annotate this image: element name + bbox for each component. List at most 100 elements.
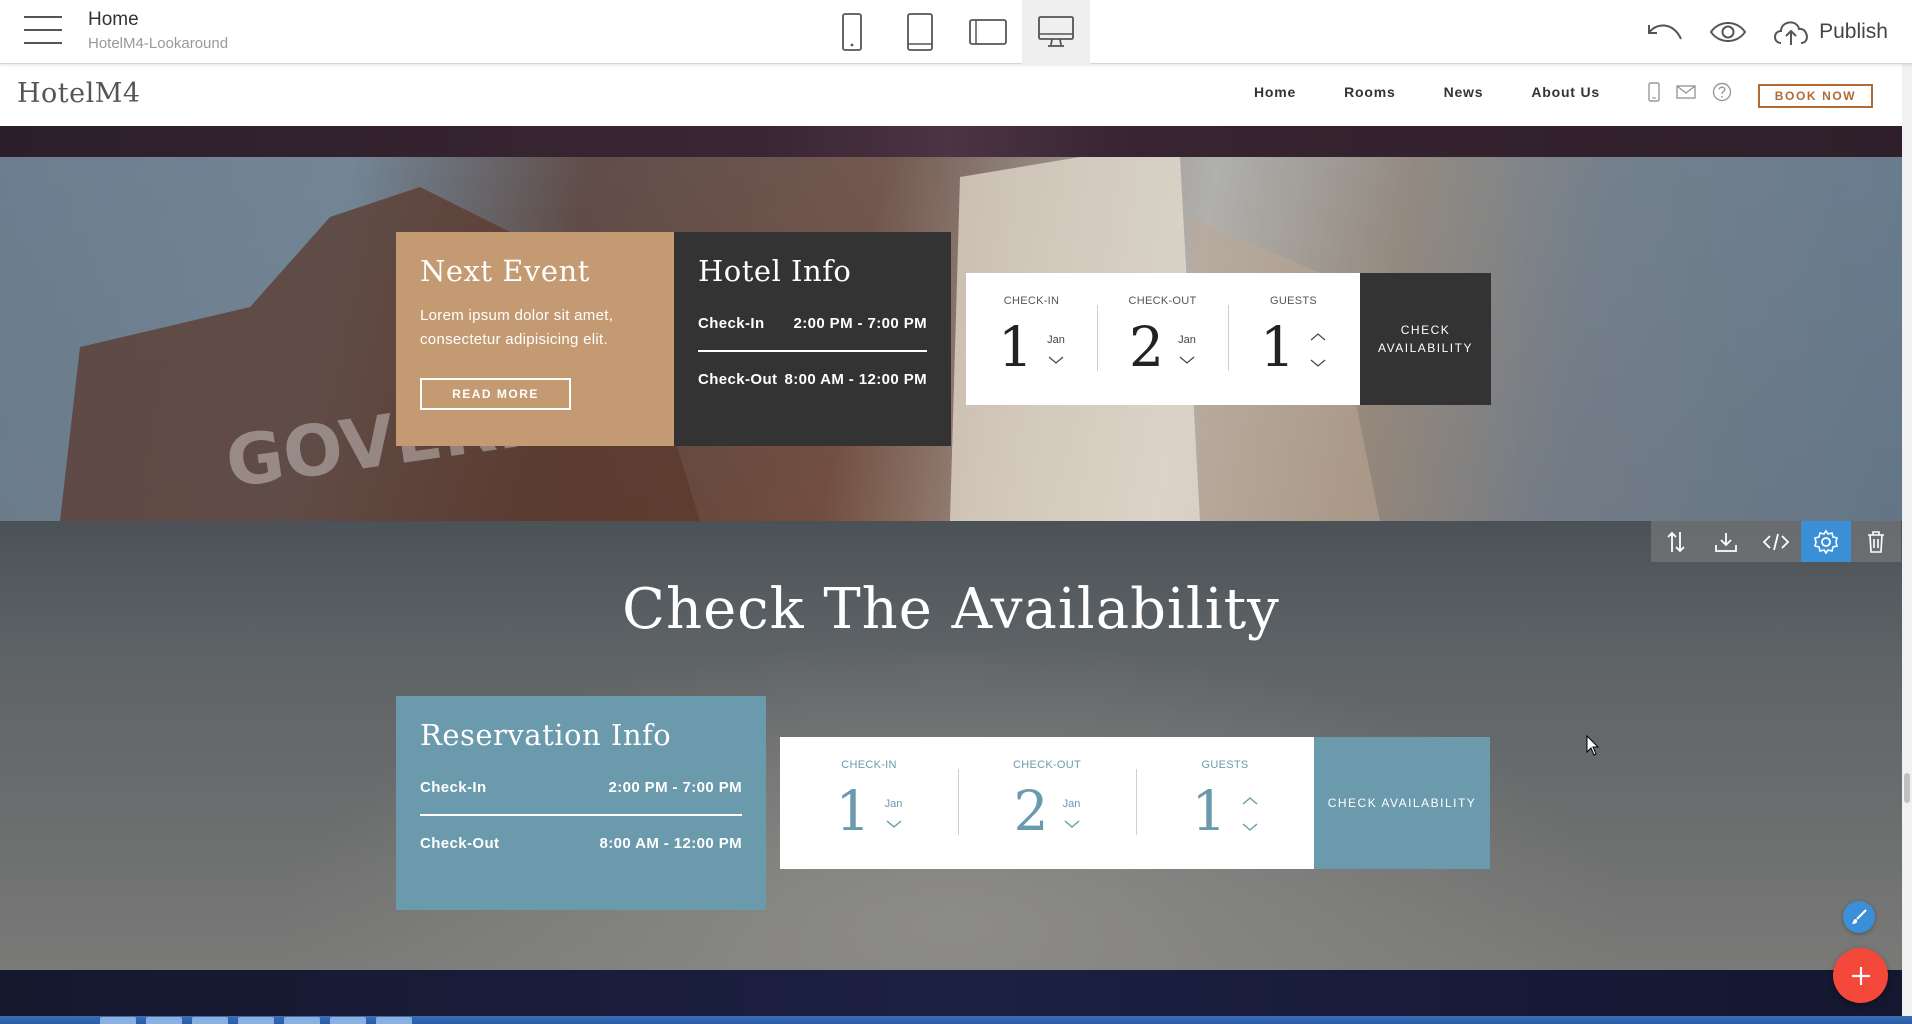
read-more-button[interactable]: READ MORE: [420, 378, 571, 410]
download-block-button[interactable]: [1701, 521, 1751, 562]
chevron-down-icon[interactable]: [1178, 354, 1196, 366]
checkout-time: 8:00 AM - 12:00 PM: [784, 371, 927, 388]
checkin-field-label: CHECK-IN: [1003, 295, 1060, 307]
checkin-time: 2:00 PM - 7:00 PM: [608, 779, 742, 796]
phone-icon: [842, 13, 862, 51]
check-availability-button[interactable]: CHECK AVAILABILITY: [1314, 737, 1490, 869]
nav-home[interactable]: Home: [1254, 84, 1296, 100]
tablet-icon: [907, 13, 933, 51]
menu-icon[interactable]: [24, 16, 62, 48]
checkout-day: 2: [1013, 779, 1049, 843]
guests-count: 1: [1191, 779, 1227, 843]
checkout-field[interactable]: CHECK-OUT 2 Jan: [1097, 273, 1228, 405]
hotel-checkin-row: Check-In 2:00 PM - 7:00 PM: [698, 315, 927, 352]
nav-rooms[interactable]: Rooms: [1344, 84, 1395, 100]
add-block-button[interactable]: [1833, 948, 1888, 1003]
chevron-down-icon[interactable]: [1309, 357, 1327, 369]
site-nav: Home Rooms News About Us: [1254, 84, 1648, 100]
tablet-view-button[interactable]: [886, 0, 954, 64]
publish-button[interactable]: Publish: [1771, 17, 1888, 47]
hotel-info-title: Hotel Info: [698, 254, 852, 288]
checkin-label: Check-In: [420, 779, 487, 796]
taskbar-item[interactable]: [376, 1017, 412, 1024]
guests-field[interactable]: GUESTS 1: [1228, 273, 1359, 405]
checkout-month: Jan: [1062, 798, 1081, 810]
envelope-icon[interactable]: [1676, 85, 1696, 99]
nav-news[interactable]: News: [1444, 84, 1484, 100]
chevron-down-icon[interactable]: [1063, 818, 1081, 830]
style-editor-button[interactable]: [1843, 901, 1875, 933]
eye-icon: [1709, 22, 1747, 42]
taskbar-item[interactable]: [284, 1017, 320, 1024]
trash-icon: [1868, 530, 1884, 553]
section-next-event[interactable]: GOVERNOR: [0, 157, 1902, 521]
chevron-down-icon[interactable]: [1241, 821, 1259, 833]
tablet-landscape-icon: [969, 19, 1007, 45]
block-toolbar: [1651, 521, 1901, 562]
checkin-month: Jan: [884, 798, 903, 810]
page-name: Home: [88, 9, 139, 30]
checkin-time: 2:00 PM - 7:00 PM: [793, 315, 927, 332]
chevron-down-icon[interactable]: [1047, 354, 1065, 366]
check-availability-button[interactable]: CHECK AVAILABILITY: [1360, 273, 1491, 405]
checkin-label: Check-In: [698, 315, 765, 332]
checkin-day: 1: [835, 779, 871, 843]
guests-field-label: GUESTS: [1269, 295, 1318, 307]
availability-heading: Check The Availability: [622, 577, 1280, 642]
section-top-strip: [0, 126, 1902, 157]
hotel-checkout-row: Check-Out 8:00 AM - 12:00 PM: [698, 371, 927, 388]
reservation-info-card: Reservation Info Check-In 2:00 PM - 7:00…: [396, 696, 766, 910]
nav-about-us[interactable]: About Us: [1531, 84, 1600, 100]
device-switcher: [818, 0, 1090, 64]
checkout-field[interactable]: CHECK-OUT 2 Jan: [958, 737, 1136, 869]
editor-actions: Publish: [1645, 0, 1888, 64]
guests-field[interactable]: GUESTS 1: [1136, 737, 1314, 869]
plus-icon: [1851, 966, 1870, 985]
chevron-up-icon[interactable]: [1309, 331, 1327, 343]
next-event-title: Next Event: [420, 254, 590, 288]
settings-block-button[interactable]: [1801, 521, 1851, 562]
checkin-day: 1: [998, 315, 1033, 379]
phone-view-button[interactable]: [818, 0, 886, 64]
code-block-button[interactable]: [1751, 521, 1801, 562]
code-icon: [1762, 533, 1790, 550]
book-now-button[interactable]: BOOK NOW: [1758, 84, 1873, 108]
site-logo[interactable]: HotelM4: [17, 78, 141, 109]
checkout-time: 8:00 AM - 12:00 PM: [599, 835, 742, 852]
chevron-down-icon[interactable]: [885, 818, 903, 830]
taskbar-item[interactable]: [100, 1017, 136, 1024]
booking-widget-dark: CHECK-IN 1 Jan CHECK-OUT 2 Jan GUESTS 1 …: [966, 273, 1491, 405]
site-header: HotelM4 Home Rooms News About Us BOOK NO…: [0, 64, 1902, 126]
download-icon: [1715, 532, 1737, 552]
mobile-phone-icon[interactable]: [1648, 82, 1660, 102]
checkin-month: Jan: [1047, 334, 1065, 346]
desktop-view-button[interactable]: [1022, 0, 1090, 64]
page-scrollbar[interactable]: [1902, 64, 1912, 1024]
delete-block-button[interactable]: [1851, 521, 1901, 562]
checkout-field-label: CHECK-OUT: [1012, 759, 1082, 771]
nav-icons: [1648, 82, 1732, 102]
booking-widget-teal: CHECK-IN 1 Jan CHECK-OUT 2 Jan GUESTS 1 …: [780, 737, 1490, 869]
move-block-button[interactable]: [1651, 521, 1701, 562]
preview-button[interactable]: [1709, 19, 1747, 45]
checkout-month: Jan: [1178, 334, 1196, 346]
next-event-text: Lorem ipsum dolor sit amet, consectetur …: [420, 307, 614, 348]
mouse-cursor-icon: [1586, 735, 1600, 756]
move-icon: [1667, 531, 1685, 552]
chevron-up-icon[interactable]: [1241, 795, 1259, 807]
cloud-upload-icon: [1774, 21, 1808, 45]
taskbar-item[interactable]: [330, 1017, 366, 1024]
taskbar-item[interactable]: [192, 1017, 228, 1024]
undo-button[interactable]: [1645, 19, 1685, 45]
checkin-field[interactable]: CHECK-IN 1 Jan: [966, 273, 1097, 405]
desktop-icon: [1038, 16, 1074, 47]
tablet-landscape-view-button[interactable]: [954, 0, 1022, 64]
scrollbar-thumb[interactable]: [1904, 773, 1910, 803]
checkin-field[interactable]: CHECK-IN 1 Jan: [780, 737, 958, 869]
checkout-field-label: CHECK-OUT: [1128, 295, 1197, 307]
undo-icon: [1648, 24, 1683, 40]
help-icon[interactable]: [1712, 82, 1732, 102]
taskbar-item[interactable]: [238, 1017, 274, 1024]
taskbar-item[interactable]: [146, 1017, 182, 1024]
reservation-info-title: Reservation Info: [420, 718, 672, 752]
